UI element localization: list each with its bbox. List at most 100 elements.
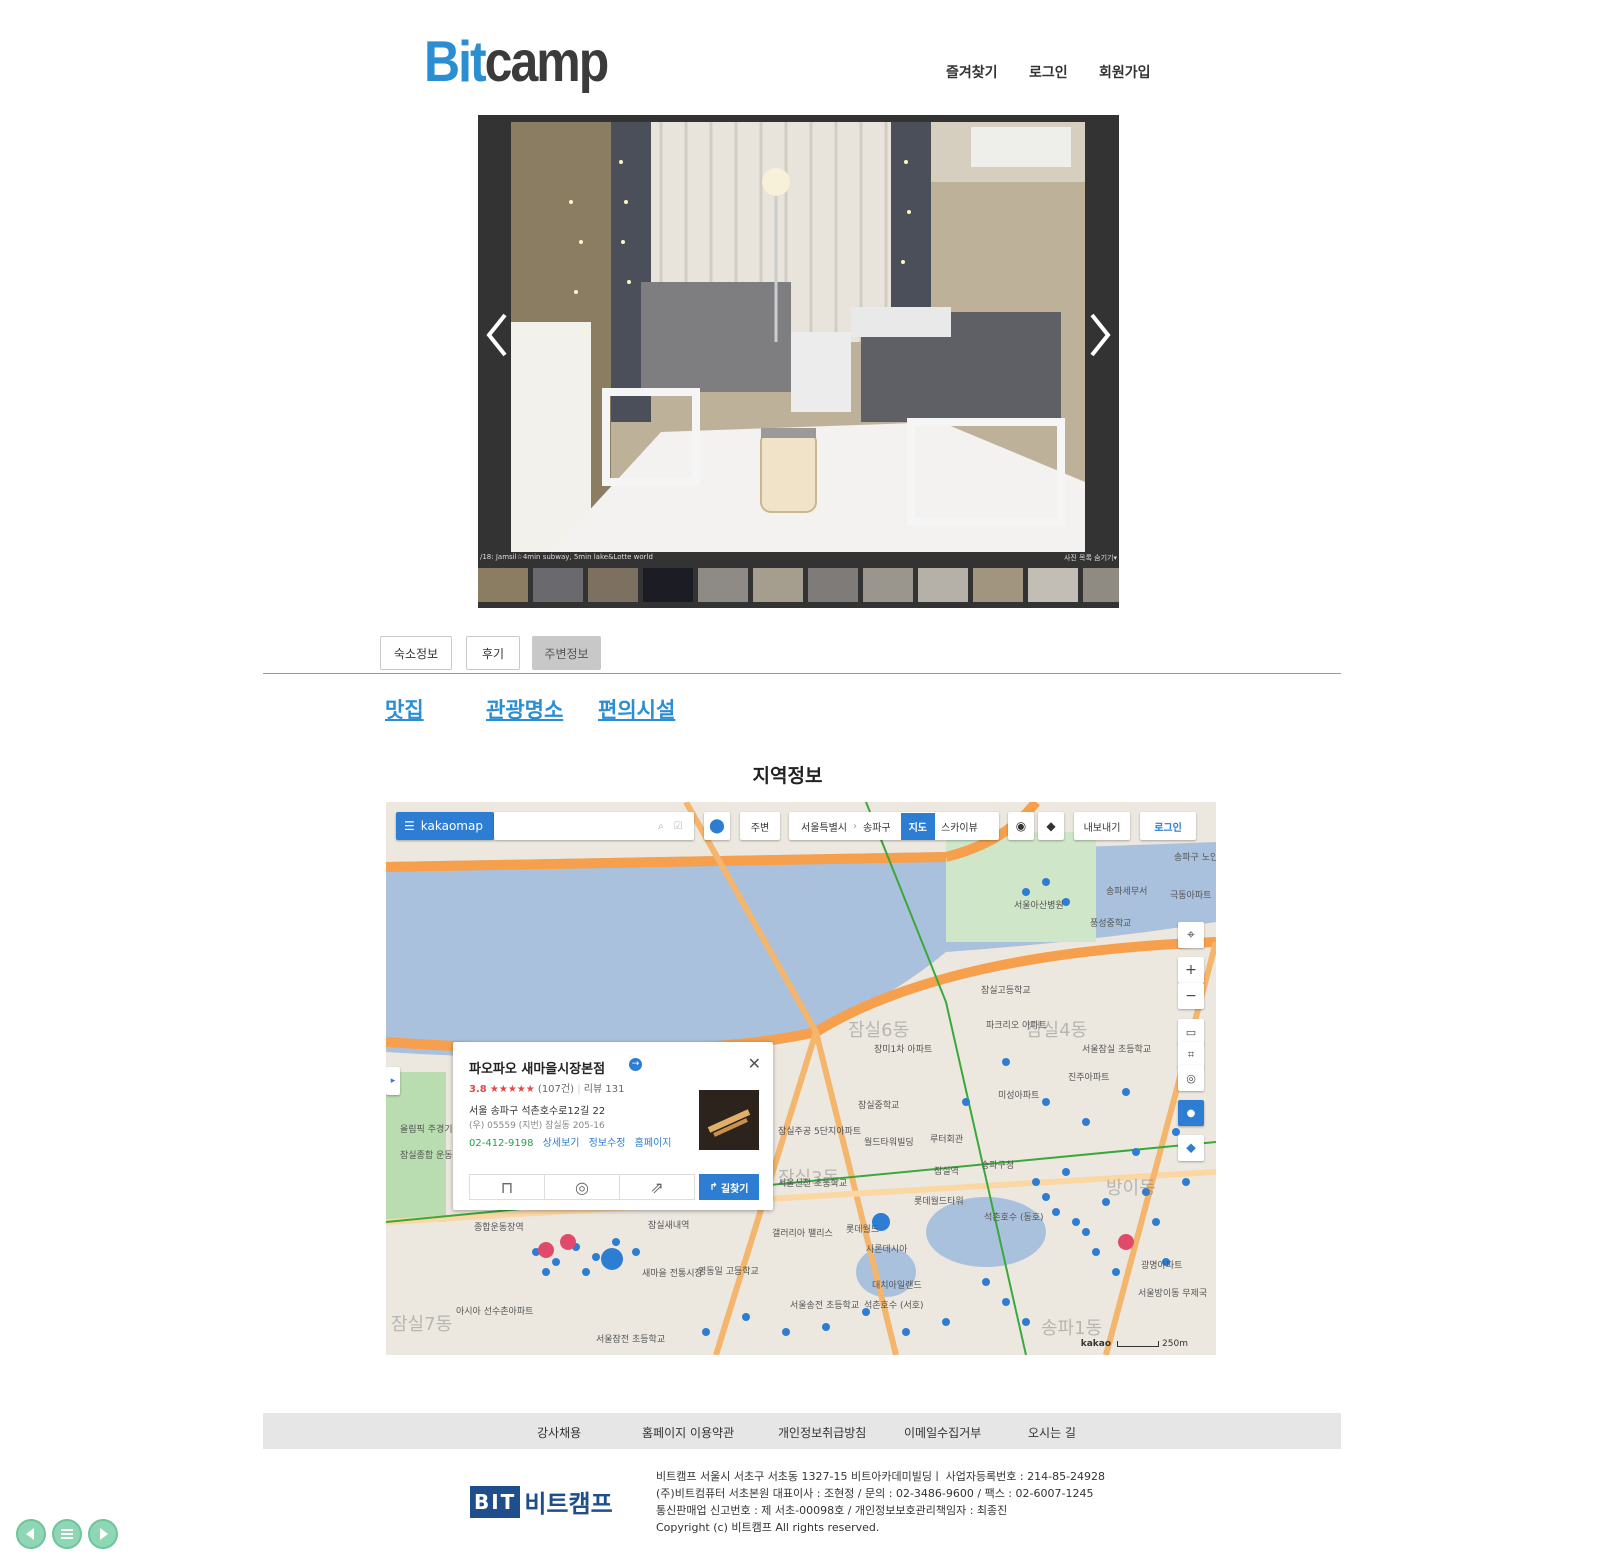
place-popup: 파오파오 새마을시장본점 → ✕ 3.8 ★★★★★ (107건) | 리뷰 1… — [453, 1042, 773, 1210]
breadcrumb-district[interactable]: 송파구 — [863, 819, 891, 834]
map-label: 잠실중학교 — [858, 1101, 900, 1111]
map-label: 서울잠전 초등학교 — [596, 1335, 666, 1345]
location-pin-icon[interactable]: ⬤ — [704, 812, 730, 840]
map-label: 서울아산병원 — [1014, 901, 1064, 911]
nav-favorites[interactable]: 즐겨찾기 — [946, 62, 998, 82]
thumbnail[interactable] — [863, 568, 913, 602]
thumbnail-strip — [478, 568, 1119, 602]
map-label: 서울방이동 무제국 — [1138, 1289, 1208, 1299]
footer-logo-text: 비트캠프 — [524, 1490, 613, 1518]
footer-info-line: 비트캠프 서울시 서초구 서초동 1327-15 비트아카데미빌딩ㅣ 사업자등록… — [656, 1470, 1106, 1483]
pin-add-icon[interactable]: ⬥ — [1178, 1135, 1204, 1161]
share-icon[interactable]: ⇗ — [620, 1175, 694, 1199]
footer-link-privacy[interactable]: 개인정보취급방침 — [778, 1424, 866, 1441]
place-phone[interactable]: 02-412-9198 — [469, 1138, 533, 1149]
prev-page-button[interactable] — [16, 1519, 46, 1549]
scale-value: 250m — [1162, 1339, 1188, 1349]
marker-toggle-icon[interactable]: ● — [1178, 1100, 1204, 1126]
review-count[interactable]: 리뷰 131 — [584, 1084, 625, 1095]
rating-count[interactable]: (107건) — [538, 1084, 574, 1095]
search-icon[interactable]: ⌕ — [658, 821, 664, 832]
roadview-icon[interactable]: ◉ — [1008, 812, 1034, 840]
thumbnail[interactable] — [1028, 568, 1078, 602]
nav-login[interactable]: 로그인 — [1029, 62, 1068, 82]
directions-icon: ↱ — [709, 1181, 718, 1193]
map-label: 장미1차 아파트 — [874, 1045, 933, 1055]
main-photo — [511, 122, 1085, 552]
skyview-button[interactable]: 스카이뷰 — [941, 819, 978, 834]
nav-signup[interactable]: 회원가입 — [1099, 62, 1151, 82]
current-location-icon[interactable]: ⌖ — [1178, 922, 1204, 948]
zoom-out-icon[interactable]: − — [1178, 983, 1204, 1009]
thumbnail[interactable] — [698, 568, 748, 602]
nearby-button[interactable]: 주변 — [740, 812, 780, 840]
thumbnail[interactable] — [753, 568, 803, 602]
map-label: 극동아파트 — [1170, 891, 1212, 901]
category-restaurants[interactable]: 맛집 — [385, 694, 424, 724]
footer-link-directions[interactable]: 오시는 길 — [1028, 1424, 1076, 1441]
logo-part2: camp — [484, 29, 610, 94]
kakao-map[interactable]: 잠실6동 잠실4동 잠실3동 잠실7동 송파1동 방이동 잠실고등학교 파크리오… — [386, 802, 1216, 1355]
hamburger-icon: ☰ — [404, 819, 415, 833]
export-button[interactable]: 내보내기 — [1074, 812, 1130, 840]
map-label: 잠실주공 5단지아파트 — [778, 1127, 862, 1137]
rating-stars-icon: ★★★★★ — [489, 1084, 535, 1095]
popup-action-bar: ⊓ ◎ ⇗ — [469, 1174, 695, 1200]
footer-link-recruit[interactable]: 강사채용 — [537, 1424, 581, 1441]
map-label: 롯데월드타워 — [914, 1197, 964, 1207]
bitcamp-logo[interactable]: Bitcamp — [424, 28, 610, 95]
map-search-input[interactable] — [500, 819, 654, 833]
thumbnail[interactable] — [1083, 568, 1119, 602]
footer-info-line: Copyright (c) 비트캠프 All rights reserved. — [656, 1521, 880, 1534]
next-photo-icon[interactable] — [1084, 310, 1114, 360]
room-photo — [511, 122, 1085, 552]
thumbnail[interactable] — [918, 568, 968, 602]
zoom-in-icon[interactable]: + — [1178, 957, 1204, 983]
rating-score: 3.8 — [469, 1084, 487, 1095]
layers-icon[interactable]: ◆ — [1038, 812, 1064, 840]
close-icon[interactable]: ✕ — [748, 1054, 761, 1073]
bookmark-icon[interactable]: ⊓ — [470, 1175, 545, 1199]
directions-button[interactable]: ↱ 길찾기 — [699, 1174, 759, 1200]
homepage-link[interactable]: 홈페이지 — [635, 1138, 672, 1149]
tab-accommodation-info[interactable]: 숙소정보 — [380, 636, 452, 670]
place-name[interactable]: 파오파오 새마을시장본점 — [469, 1058, 605, 1077]
thumbnail[interactable] — [478, 568, 528, 602]
thumbnail[interactable] — [533, 568, 583, 602]
footer-logo[interactable]: BIT 비트캠프 — [470, 1484, 613, 1519]
map-login-button[interactable]: 로그인 — [1140, 812, 1196, 840]
breadcrumb-city[interactable]: 서울특별시 — [801, 819, 847, 834]
place-thumbnail[interactable] — [699, 1090, 759, 1150]
footer-company-info: 비트캠프 서울시 서초구 서초동 1327-15 비트아카데미빌딩ㅣ 사업자등록… — [656, 1468, 1105, 1536]
category-attractions[interactable]: 관광명소 — [486, 694, 563, 724]
tab-nearby-info[interactable]: 주변정보 — [532, 636, 601, 670]
menu-button[interactable] — [52, 1519, 82, 1549]
checkbox-icon[interactable]: ☑ — [674, 821, 683, 832]
category-amenities[interactable]: 편의시설 — [598, 694, 675, 724]
kakaomap-brand: kakaomap — [420, 819, 483, 833]
tab-reviews[interactable]: 후기 — [466, 636, 520, 670]
scale-bar — [1117, 1341, 1160, 1347]
place-contact-row: 02-412-9198 상세보기 정보수정 홈페이지 — [469, 1134, 671, 1149]
edit-info-link[interactable]: 정보수정 — [589, 1138, 626, 1149]
panel-expand-icon[interactable]: ▸ — [386, 1067, 400, 1095]
map-label: 서울잠실 초등학교 — [1082, 1045, 1152, 1055]
hide-thumbnails-toggle[interactable]: 사진 목록 숨기기▾ — [1064, 553, 1117, 563]
thumbnail[interactable] — [643, 568, 693, 602]
region-info-title: 지역정보 — [752, 765, 823, 787]
thumbnail[interactable] — [588, 568, 638, 602]
radius-icon[interactable]: ◎ — [1178, 1065, 1204, 1091]
thumbnail[interactable] — [973, 568, 1023, 602]
footer-link-terms[interactable]: 홈페이지 이용약관 — [642, 1424, 734, 1441]
roadview-pin-icon[interactable]: ◎ — [545, 1175, 620, 1199]
footer-link-email-refuse[interactable]: 이메일수집거부 — [904, 1424, 981, 1441]
map-label: 아시아 선수촌아파트 — [456, 1307, 534, 1317]
prev-photo-icon[interactable] — [483, 310, 513, 360]
kakaomap-menu[interactable]: ☰ kakaomap — [396, 812, 494, 840]
thumbnail[interactable] — [808, 568, 858, 602]
detail-link[interactable]: 상세보기 — [543, 1138, 580, 1149]
map-view-button[interactable]: 지도 — [900, 812, 936, 840]
map-scale: kakao 250m — [1081, 1339, 1188, 1349]
next-page-button[interactable] — [88, 1519, 118, 1549]
arrow-right-icon[interactable]: → — [629, 1058, 642, 1071]
